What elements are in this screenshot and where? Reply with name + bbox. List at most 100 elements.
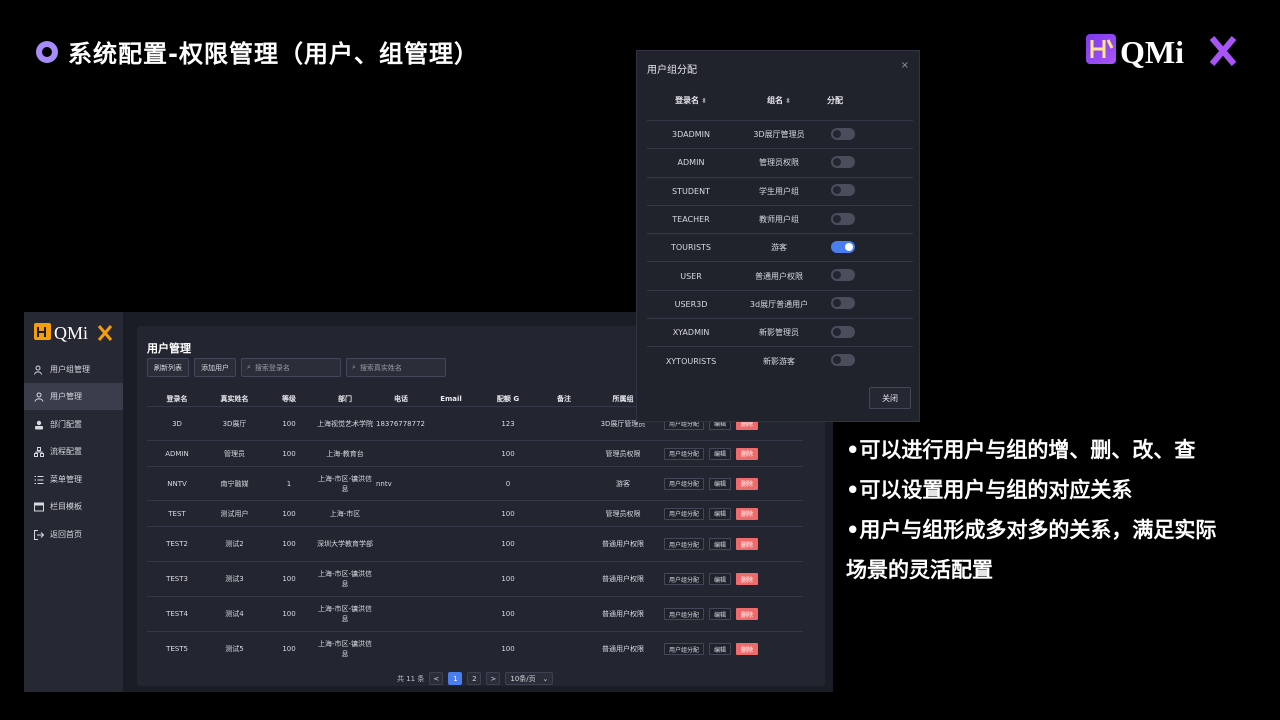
qmix-logo: QMi bbox=[1086, 34, 1237, 70]
close-button[interactable]: 关闭 bbox=[869, 387, 911, 409]
table-cell: 普通用户权限 bbox=[602, 610, 644, 618]
table-cell: 普通用户权限 bbox=[602, 645, 644, 653]
assign-toggle[interactable] bbox=[831, 127, 855, 140]
note-line: 场景的灵活配置 bbox=[846, 558, 993, 582]
assign-group-button[interactable]: 用户组分配 bbox=[664, 477, 705, 490]
table-row: TEST2 测试2 100 深圳大学教育学部 100 普通用户权限 用户组分配 编辑 删除 bbox=[147, 526, 803, 561]
assign-toggle[interactable] bbox=[831, 325, 855, 338]
column-header-login[interactable]: 登录名 ⬍ bbox=[647, 95, 735, 106]
login-cell: TOURISTS bbox=[671, 243, 711, 253]
delete-button[interactable]: 删除 bbox=[736, 538, 759, 550]
sidebar-item-template[interactable]: 栏目模板 bbox=[24, 493, 123, 520]
assign-group-button[interactable]: 用户组分配 bbox=[664, 573, 705, 585]
assign-group-button[interactable]: 用户组分配 bbox=[664, 447, 705, 460]
assign-toggle[interactable] bbox=[831, 155, 855, 168]
prev-page-button[interactable]: < bbox=[429, 672, 444, 685]
edit-button[interactable]: 编辑 bbox=[709, 538, 732, 550]
assign-group-button[interactable]: 用户组分配 bbox=[664, 608, 705, 620]
assign-cell bbox=[823, 155, 883, 170]
table-cell: 南宁融媒 bbox=[220, 479, 249, 488]
table-cell: 123 bbox=[501, 419, 515, 428]
sidebar: QMi 用户组管理 用户管理 部门配置 流程配置 菜单管理 栏目模板 返回首页 bbox=[24, 312, 123, 692]
assign-toggle[interactable] bbox=[831, 212, 855, 225]
column-header[interactable]: 配额 G bbox=[476, 394, 540, 404]
next-page-button[interactable]: > bbox=[486, 672, 501, 685]
edit-button[interactable]: 编辑 bbox=[709, 477, 732, 490]
delete-button[interactable]: 删除 bbox=[736, 477, 759, 490]
table-cell: 上海-市区-镛洪信息 bbox=[317, 570, 373, 588]
assign-toggle[interactable] bbox=[831, 184, 855, 197]
delete-button[interactable]: 删除 bbox=[736, 507, 759, 520]
sidebar-item-menu[interactable]: 菜单管理 bbox=[24, 466, 123, 493]
table-cell: 1 bbox=[286, 479, 292, 488]
assign-group-button[interactable]: 用户组分配 bbox=[664, 643, 705, 655]
table-cell: 普通用户权限 bbox=[602, 540, 644, 548]
column-header[interactable]: Email bbox=[426, 394, 476, 404]
users-table: 登录名 真实姓名 等级 部门 电话 Email 配额 G 备注 所属组 操作 3… bbox=[147, 392, 803, 666]
sidebar-item-label: 返回首页 bbox=[50, 530, 82, 539]
edit-button[interactable]: 编辑 bbox=[709, 643, 732, 655]
group-cell: 学生用户组 bbox=[759, 186, 799, 196]
group-row: USER3D 3d展厅普通用户 bbox=[647, 289, 913, 318]
dialog-table-body: 3DADMIN 3D展厅管理员 ADMIN 管理员权限 STUDENT 学生用户组 TEAC… bbox=[647, 120, 913, 375]
app-logo: QMi bbox=[34, 323, 113, 343]
assign-toggle[interactable] bbox=[831, 240, 855, 253]
page-1-button[interactable]: 1 bbox=[448, 672, 463, 685]
add-user-button[interactable]: 添加用户 bbox=[194, 358, 236, 377]
sidebar-item-users[interactable]: 用户管理 bbox=[24, 383, 123, 410]
assign-toggle[interactable] bbox=[831, 354, 855, 367]
edit-button[interactable]: 编辑 bbox=[709, 573, 732, 585]
refresh-button[interactable]: 刷新列表 bbox=[147, 358, 189, 377]
column-header-assign: 分配 bbox=[827, 96, 843, 105]
column-header[interactable]: 登录名 bbox=[147, 394, 207, 404]
column-header[interactable]: 电话 bbox=[374, 394, 426, 404]
table-cell: TEST4 bbox=[166, 610, 188, 618]
search-login-input[interactable]: ⌕ 搜索登录名 bbox=[241, 358, 341, 377]
sidebar-item-label: 用户组管理 bbox=[50, 365, 90, 374]
search-name-input[interactable]: ⌕ 搜索真实姓名 bbox=[346, 358, 446, 377]
sidebar-item-department[interactable]: 部门配置 bbox=[24, 411, 123, 438]
sidebar-item-user-groups[interactable]: 用户组管理 bbox=[24, 356, 123, 383]
menu-list-icon bbox=[34, 475, 44, 484]
sort-icon: ⬍ bbox=[701, 97, 707, 105]
sidebar-item-home[interactable]: 返回首页 bbox=[24, 521, 123, 548]
user-icon bbox=[34, 392, 44, 402]
assign-group-button[interactable]: 用户组分配 bbox=[664, 507, 705, 520]
sidebar-item-label: 菜单管理 bbox=[50, 475, 82, 484]
table-cell: 3D bbox=[172, 419, 182, 428]
table-cell: 3D展厅 bbox=[222, 419, 247, 428]
login-cell: ADMIN bbox=[677, 158, 705, 168]
feature-notes: •可以进行用户与组的增、删、改、查 •可以设置用户与组的对应关系 •用户与组形成… bbox=[846, 430, 1276, 590]
column-header[interactable]: 备注 bbox=[540, 394, 588, 404]
row-actions: 用户组分配 编辑 删除 bbox=[658, 608, 798, 620]
table-cell: TEST3 bbox=[166, 575, 188, 583]
delete-button[interactable]: 删除 bbox=[736, 608, 759, 620]
column-header[interactable]: 真实姓名 bbox=[207, 394, 262, 404]
bullet-circle-icon bbox=[36, 40, 58, 63]
slide-title-text: 系统配置-权限管理（用户、组管理） bbox=[68, 40, 479, 68]
assign-toggle[interactable] bbox=[831, 269, 855, 282]
page-size-select[interactable]: 10条/页 ⌄ bbox=[505, 672, 554, 685]
close-icon[interactable]: × bbox=[901, 60, 909, 71]
table-cell: 100 bbox=[501, 610, 515, 618]
sidebar-item-flow[interactable]: 流程配置 bbox=[24, 438, 123, 465]
edit-button[interactable]: 编辑 bbox=[709, 507, 732, 520]
assign-group-button[interactable]: 用户组分配 bbox=[664, 538, 705, 550]
assign-toggle[interactable] bbox=[831, 297, 855, 310]
page-2-button[interactable]: 2 bbox=[467, 672, 482, 685]
user-group-assign-dialog: 用户组分配 × 登录名 ⬍ 组名 ⬍ 分配 3DADMIN 3D展厅管理员 ADMIN 管… bbox=[636, 50, 920, 422]
delete-button[interactable]: 删除 bbox=[736, 573, 759, 585]
group-row: TOURISTS 游客 bbox=[647, 233, 913, 261]
table-cell: 100 bbox=[282, 610, 296, 618]
column-header[interactable]: 部门 bbox=[316, 394, 374, 404]
sidebar-item-label: 部门配置 bbox=[50, 420, 82, 429]
edit-button[interactable]: 编辑 bbox=[709, 447, 732, 460]
row-actions: 用户组分配 编辑 删除 bbox=[658, 477, 798, 490]
edit-button[interactable]: 编辑 bbox=[709, 608, 732, 620]
table-cell: 18376778772 bbox=[376, 419, 425, 428]
delete-button[interactable]: 删除 bbox=[736, 447, 759, 460]
column-header[interactable]: 等级 bbox=[262, 394, 316, 404]
table-cell: 测试5 bbox=[225, 645, 244, 653]
column-header-group[interactable]: 组名 ⬍ bbox=[735, 95, 823, 106]
delete-button[interactable]: 删除 bbox=[736, 643, 759, 655]
